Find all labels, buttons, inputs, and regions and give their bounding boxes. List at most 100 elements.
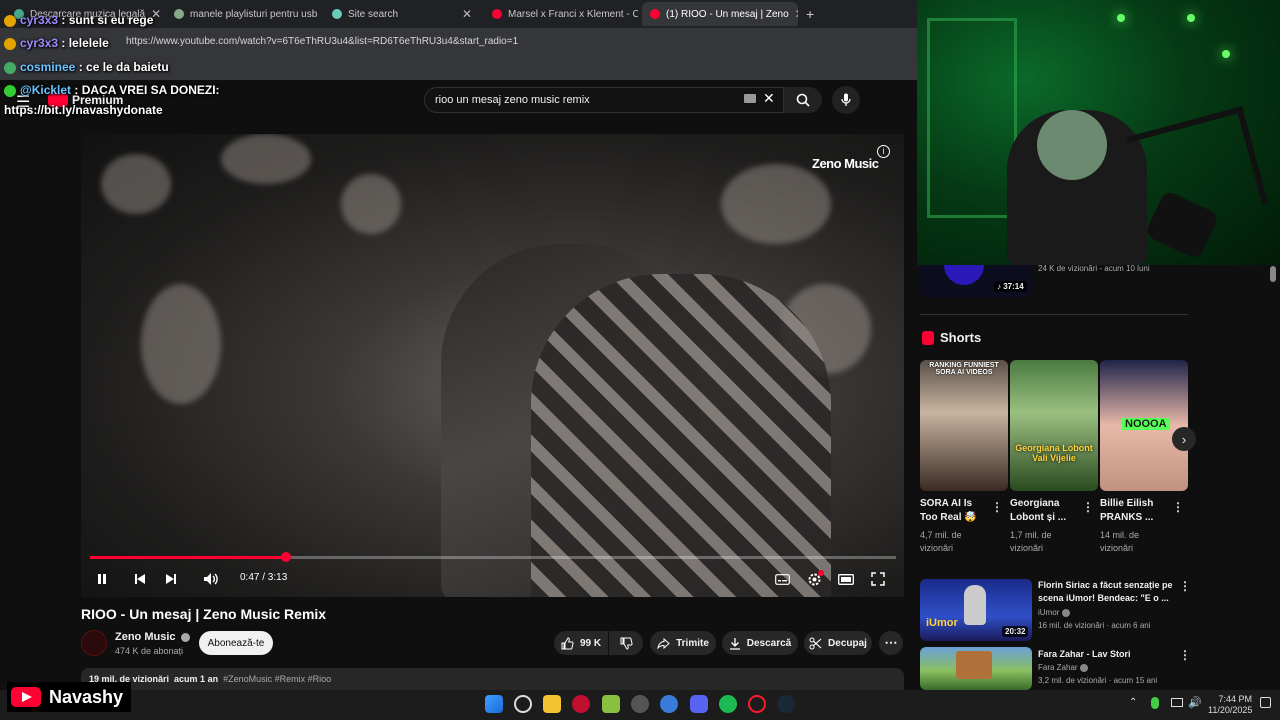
clip-button[interactable]: Decupaj	[804, 631, 872, 655]
video-meta: 24 K de vizionări - acum 10 luni	[1038, 264, 1150, 273]
search-button[interactable]	[784, 87, 822, 113]
site-favicon-icon	[174, 9, 184, 19]
bokeh-light	[221, 134, 311, 184]
new-tab-icon[interactable]: +	[806, 6, 814, 22]
voice-search-button[interactable]	[832, 86, 860, 114]
tab-5-active[interactable]: (1) RIOO - Un mesaj | Zeno ✕	[642, 2, 798, 26]
system-clock[interactable]: 7:44 PM 11/20/2025	[1208, 694, 1252, 716]
tab-2[interactable]: manele playlisturi pentru usb ✕	[166, 2, 318, 26]
short-title[interactable]: Georgiana Lobont și ...	[1010, 497, 1076, 525]
short-title[interactable]: SORA AI Is Too Real 🤯	[920, 497, 986, 525]
recommended-channel[interactable]: Fara Zahar	[1038, 663, 1088, 672]
url-field[interactable]: https://www.youtube.com/watch?v=6T6eThRU…	[126, 36, 518, 47]
short-views: 14 mil. de vizionări	[1100, 530, 1140, 553]
obs-icon[interactable]	[631, 695, 649, 713]
skip-next-icon	[166, 574, 176, 584]
short-thumbnail[interactable]: RANKING FUNNIEST SORA AI VIDEOS	[920, 360, 1008, 491]
windows-start-icon[interactable]	[485, 695, 503, 713]
more-actions-button[interactable]: ⋯	[879, 631, 903, 655]
download-button[interactable]: Descarcă	[722, 631, 798, 655]
short-title[interactable]: Billie Eilish PRANKS ...	[1100, 497, 1166, 525]
recommended-meta: 16 mil. de vizionări · acum 6 ani	[1038, 621, 1151, 630]
search-input[interactable]: rioo un mesaj zeno music remix	[424, 87, 784, 113]
tab-4[interactable]: Marsel x Franci x Klement - CO ✕	[484, 2, 638, 26]
skip-previous-icon	[135, 574, 145, 584]
scrollbar-thumb[interactable]	[1270, 266, 1276, 282]
chat-message: cosminee : ce le da baietu	[4, 60, 169, 74]
minecraft-icon[interactable]	[602, 695, 620, 713]
keyboard-icon[interactable]	[744, 94, 756, 103]
hd-badge	[818, 570, 824, 576]
chat-message: https://bit.ly/navashydonate	[4, 103, 163, 117]
description-box[interactable]: 19 mil. de vizionări acum 1 an #ZenoMusi…	[81, 668, 904, 690]
window-frame	[927, 18, 1017, 218]
chevron-right-icon: ›	[1181, 431, 1187, 447]
progress-scrubber[interactable]	[280, 552, 291, 562]
hashtags[interactable]: #ZenoMusic #Remix #Rioo	[223, 674, 331, 684]
file-explorer-icon[interactable]	[543, 695, 561, 713]
info-icon[interactable]: i	[877, 145, 890, 158]
youtube-favicon-icon	[492, 9, 502, 19]
more-horizontal-icon: ⋯	[884, 635, 898, 650]
spotify-icon[interactable]	[719, 695, 737, 713]
dislike-button[interactable]	[609, 631, 643, 655]
share-button[interactable]: Trimite	[650, 631, 716, 655]
short-thumbnail[interactable]: Georgiana Lobont Vali Vijelie	[1010, 360, 1098, 491]
more-vertical-icon[interactable]: ⋮	[991, 500, 1003, 514]
streamer-overlay: Navashy	[7, 682, 132, 712]
youtube-play-icon	[11, 687, 41, 707]
pause-icon	[98, 574, 106, 584]
more-vertical-icon[interactable]: ⋮	[1172, 500, 1184, 514]
chat-message: cyr3x3 : sunt si eu rege	[4, 13, 153, 27]
more-vertical-icon[interactable]: ⋮	[1179, 648, 1191, 662]
recommended-thumbnail[interactable]: ♪ 37:14	[920, 265, 1032, 297]
chevron-up-icon[interactable]: ⌃	[1129, 697, 1137, 708]
pause-button[interactable]	[92, 569, 112, 589]
next-button[interactable]	[161, 569, 181, 589]
tab-title: (1) RIOO - Un mesaj | Zeno	[666, 8, 789, 20]
tab-title: manele playlisturi pentru usb	[190, 8, 318, 20]
subtitles-button[interactable]	[772, 569, 792, 589]
tab-3[interactable]: Site search ✕	[324, 2, 480, 26]
channel-name[interactable]: Zeno Music	[115, 631, 190, 643]
recommended-channel[interactable]: iUmor	[1038, 608, 1070, 617]
video-player[interactable]	[81, 134, 904, 597]
theater-mode-icon	[838, 573, 854, 585]
close-icon[interactable]: ✕	[795, 7, 798, 21]
recommended-thumbnail[interactable]	[920, 647, 1032, 690]
volume-button[interactable]	[201, 569, 221, 589]
microphone-icon[interactable]	[1151, 697, 1159, 709]
subscribe-button[interactable]: Abonează-te	[199, 631, 273, 655]
fullscreen-button[interactable]	[868, 569, 888, 589]
media-player-icon[interactable]	[572, 695, 590, 713]
discord-icon[interactable]	[690, 695, 708, 713]
theater-mode-button[interactable]	[836, 569, 856, 589]
recommended-thumbnail[interactable]: iUmor 20:32	[920, 579, 1032, 641]
channel-name-text: iUmor	[1038, 608, 1060, 617]
duration-badge: ♪ 37:14	[994, 281, 1027, 292]
opera-icon[interactable]	[748, 695, 766, 713]
progress-bar-fill	[90, 556, 286, 559]
steam-icon[interactable]	[777, 695, 795, 713]
shorts-next-button[interactable]: ›	[1172, 427, 1196, 451]
upload-age: acum 1 an	[174, 674, 219, 684]
clock-date: 11/20/2025	[1208, 705, 1253, 715]
close-icon[interactable]: ✕	[462, 7, 472, 21]
speaker-icon[interactable]: 🔊	[1188, 696, 1202, 709]
more-vertical-icon[interactable]: ⋮	[1179, 579, 1191, 593]
short-thumbnail[interactable]: NOOOA	[1100, 360, 1188, 491]
share-icon	[657, 637, 670, 649]
more-vertical-icon[interactable]: ⋮	[1082, 500, 1094, 514]
previous-button[interactable]	[130, 569, 150, 589]
search-icon[interactable]	[514, 695, 532, 713]
clear-search-icon[interactable]: ✕	[763, 90, 775, 107]
like-button[interactable]: 99 K	[554, 631, 608, 655]
recommended-title[interactable]: Fara Zahar - Lav Stori	[1038, 648, 1174, 661]
network-icon[interactable]	[1171, 698, 1183, 707]
share-label: Trimite	[676, 637, 709, 649]
streamer-name: Navashy	[49, 686, 124, 707]
notification-icon[interactable]	[1260, 697, 1271, 708]
recommended-title[interactable]: Florin Siriac a făcut senzație pe scena …	[1038, 579, 1174, 605]
chrome-icon[interactable]	[660, 695, 678, 713]
channel-avatar[interactable]	[81, 630, 107, 656]
